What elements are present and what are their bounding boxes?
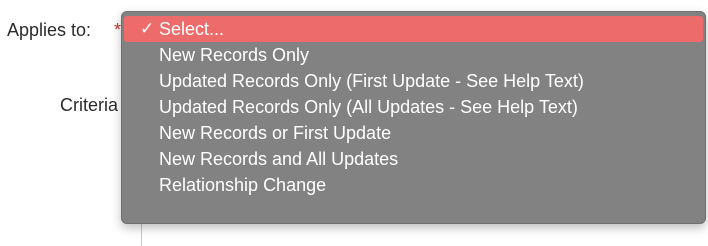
checkmark-icon: ✓	[140, 19, 155, 38]
option-select[interactable]: ✓ Select...	[124, 16, 703, 42]
applies-to-dropdown-menu[interactable]: ✓ Select... New Records Only Updated Rec…	[121, 11, 706, 224]
field-divider	[141, 222, 142, 246]
option-label: New Records or First Update	[159, 123, 392, 143]
required-marker: *	[114, 20, 122, 40]
option-new-records-or-first-update[interactable]: New Records or First Update	[122, 120, 705, 146]
applies-to-label: Applies to:	[7, 20, 92, 40]
option-updated-records-all-updates[interactable]: Updated Records Only (All Updates - See …	[122, 94, 705, 120]
option-label: New Records Only	[159, 45, 310, 65]
form-page: Applies to: * Criteria ✓ Select... New R…	[0, 0, 708, 246]
option-label: Relationship Change	[159, 175, 327, 195]
option-label: Select...	[159, 19, 225, 39]
option-new-records-and-all-updates[interactable]: New Records and All Updates	[122, 146, 705, 172]
option-updated-records-first-update[interactable]: Updated Records Only (First Update - See…	[122, 68, 705, 94]
option-new-records-only[interactable]: New Records Only	[122, 42, 705, 68]
option-label: Updated Records Only (First Update - See…	[159, 71, 584, 91]
criteria-label: Criteria	[60, 95, 119, 115]
option-label: Updated Records Only (All Updates - See …	[159, 97, 578, 117]
option-relationship-change[interactable]: Relationship Change	[122, 172, 705, 198]
option-label: New Records and All Updates	[159, 149, 399, 169]
